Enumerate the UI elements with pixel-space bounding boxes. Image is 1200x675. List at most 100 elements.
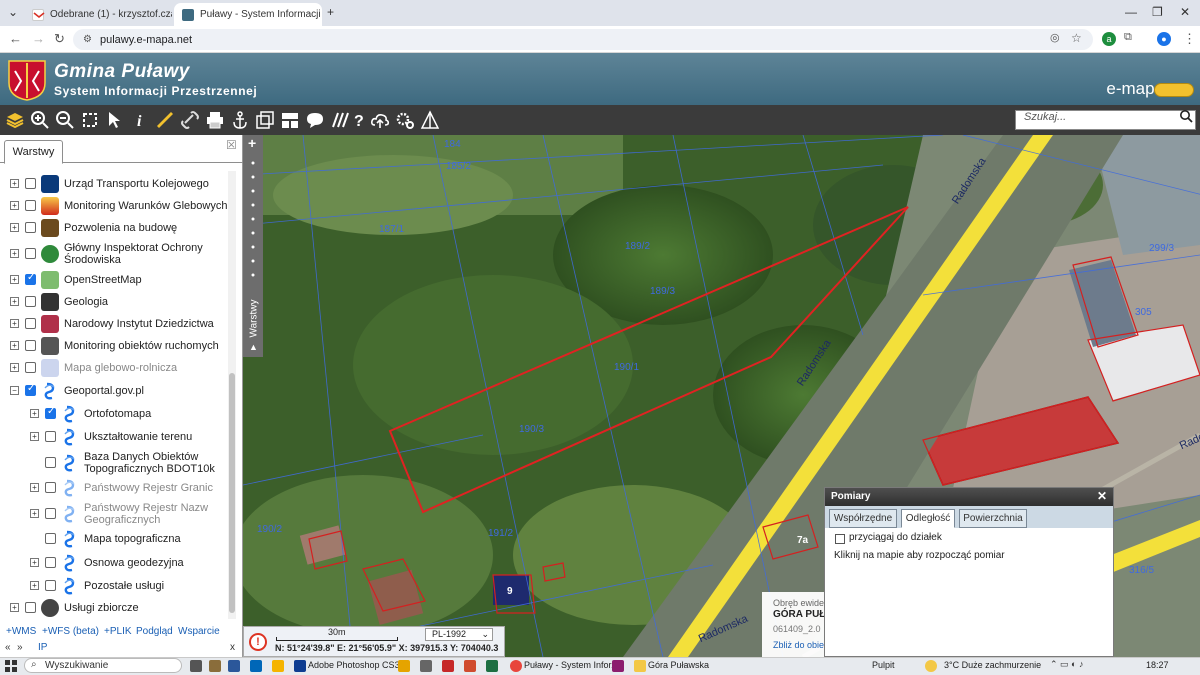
settings-gears-icon[interactable] (395, 110, 415, 130)
measure-ruler-icon[interactable] (155, 110, 175, 130)
tab-search-chevron-icon[interactable]: ⌄ (8, 5, 18, 19)
layer-row[interactable]: − Geoportal.gov.pl (0, 382, 236, 400)
dialog-close-icon[interactable]: ✕ (1097, 489, 1107, 503)
layer-checkbox[interactable] (45, 580, 56, 591)
layer-checkbox[interactable] (45, 482, 56, 493)
taskbar-item-photoshop[interactable]: Adobe Photoshop CS3 (308, 660, 400, 670)
zoom-in-icon[interactable] (30, 110, 50, 130)
bookmark-star-icon[interactable]: ☆ (1071, 31, 1082, 45)
pointer-arrow-icon[interactable] (105, 110, 125, 130)
edge-icon[interactable] (250, 660, 262, 672)
expand-icon[interactable]: + (10, 179, 19, 188)
next-arrow[interactable]: » (17, 642, 23, 653)
search-icon[interactable] (1179, 109, 1193, 123)
new-tab-button[interactable]: + (327, 5, 334, 19)
layer-row[interactable]: + Pozwolenia na budowę (0, 219, 236, 237)
crs-select[interactable]: PL-1992 ⌄ (425, 628, 493, 641)
expand-icon[interactable]: + (10, 603, 19, 612)
excel-icon[interactable] (486, 660, 498, 672)
layer-row[interactable]: Baza Danych Obiektów Topograficznych BDOT… (0, 451, 236, 475)
layer-row[interactable]: + Główny Inspektorat Ochrony Środowiska (0, 242, 236, 266)
layer-row[interactable]: + Geologia (0, 293, 236, 311)
tab-distance[interactable]: Odległość (901, 509, 955, 528)
triangle-tool-icon[interactable] (420, 110, 440, 130)
layer-checkbox[interactable] (45, 508, 56, 519)
layer-checkbox[interactable] (25, 340, 36, 351)
ip-link[interactable]: IP (38, 642, 47, 653)
photoshop-icon[interactable] (294, 660, 306, 672)
layer-row[interactable]: + Monitoring obiektów ruchomych (0, 337, 236, 355)
layer-row[interactable]: + Mapa glebowo-rolnicza (0, 359, 236, 377)
link-chain-icon[interactable] (180, 110, 200, 130)
layer-checkbox[interactable] (45, 431, 56, 442)
expand-icon[interactable]: + (10, 275, 19, 284)
layer-row[interactable]: + Państwowy Rejestr Granic (0, 479, 236, 497)
layers-icon[interactable] (5, 110, 25, 130)
tab-gmail[interactable]: Odebrane (1) - krzysztof.czarne ✕ (24, 3, 172, 26)
anchor-icon[interactable] (230, 110, 250, 130)
window-layout-icon[interactable] (255, 110, 275, 130)
app-icon[interactable] (612, 660, 624, 672)
panel-layout-icon[interactable] (280, 110, 300, 130)
layer-checkbox[interactable] (45, 533, 56, 544)
zoom-in-button[interactable]: + (248, 135, 256, 151)
zoom-to-object-link[interactable]: Zbliż do obie (773, 640, 824, 650)
minimize-button[interactable]: — (1125, 5, 1137, 19)
search-input[interactable]: Szukaj... (1015, 110, 1196, 130)
tab-pulawy[interactable]: Puławy - System Informacji Prze ✕ (174, 3, 322, 26)
eye-off-icon[interactable]: ◎ (1050, 31, 1060, 44)
layer-row[interactable]: + Ortofotomapa (0, 405, 236, 423)
collapse-icon[interactable]: − (10, 386, 19, 395)
layer-checkbox[interactable] (45, 406, 56, 419)
layer-checkbox[interactable] (25, 222, 36, 233)
layer-checkbox[interactable] (25, 200, 36, 211)
word-icon[interactable] (228, 660, 240, 672)
windows-start-icon[interactable] (5, 660, 17, 672)
expand-icon[interactable]: + (30, 432, 39, 441)
panel-close-icon[interactable]: ☒ (226, 138, 237, 152)
layer-checkbox[interactable] (45, 557, 56, 568)
url-field[interactable]: ⚙ pulawy.e-mapa.net (73, 29, 1093, 50)
add-file-link[interactable]: +PLIK (104, 626, 132, 637)
print-icon[interactable] (205, 110, 225, 130)
taskbar-search[interactable]: Wyszukiwanie (24, 658, 182, 673)
pdf-icon[interactable] (442, 660, 454, 672)
widget-icon[interactable] (209, 660, 221, 672)
app-icon[interactable] (398, 660, 410, 672)
tab-layers[interactable]: Warstwy (4, 140, 63, 164)
tray-weather[interactable]: 3°C Duże zachmurzenie (944, 660, 1041, 670)
expand-icon[interactable]: + (10, 223, 19, 232)
expand-icon[interactable]: + (30, 581, 39, 590)
hatch-lines-icon[interactable] (330, 110, 350, 130)
close-window-button[interactable]: ✕ (1180, 5, 1190, 19)
tray-desktop-label[interactable]: Pulpit (872, 660, 895, 670)
layer-checkbox[interactable] (25, 272, 36, 285)
tab-coordinates[interactable]: Współrzędne (829, 509, 897, 528)
layer-row[interactable]: + Ukształtowanie terenu (0, 428, 236, 446)
cloud-upload-icon[interactable] (370, 110, 390, 130)
file-explorer-icon[interactable] (272, 660, 284, 672)
back-arrow-icon[interactable]: ← (9, 31, 22, 46)
expand-icon[interactable]: + (30, 409, 39, 418)
layer-row[interactable]: + Urząd Transportu Kolejowego (0, 175, 236, 193)
maximize-button[interactable]: ❐ (1152, 5, 1163, 19)
layer-checkbox[interactable] (25, 383, 36, 396)
layer-row[interactable]: + Państwowy Rejestr Nazw Geograficznych (0, 502, 236, 526)
folder-icon[interactable] (634, 660, 646, 672)
tab-area[interactable]: Powierzchnia (959, 509, 1027, 528)
layer-scrollbar-thumb[interactable] (229, 373, 235, 613)
layer-row[interactable]: + Narodowy Instytut Dziedzictwa (0, 315, 236, 333)
expand-icon[interactable]: + (10, 319, 19, 328)
add-wms-link[interactable]: +WMS (6, 626, 36, 637)
layer-checkbox[interactable] (25, 296, 36, 307)
layer-row[interactable]: + Pozostałe usługi (0, 577, 236, 595)
layer-checkbox[interactable] (45, 457, 56, 468)
app-icon[interactable] (420, 660, 432, 672)
layer-checkbox[interactable] (25, 318, 36, 329)
zoom-extent-icon[interactable] (80, 110, 100, 130)
expand-icon[interactable]: + (10, 249, 19, 258)
support-link[interactable]: Wsparcie (178, 626, 220, 637)
layer-row[interactable]: + OpenStreetMap (0, 271, 236, 289)
info-i-icon[interactable]: i (130, 110, 150, 130)
layer-row[interactable]: + Monitoring Warunków Glebowych (0, 197, 236, 215)
